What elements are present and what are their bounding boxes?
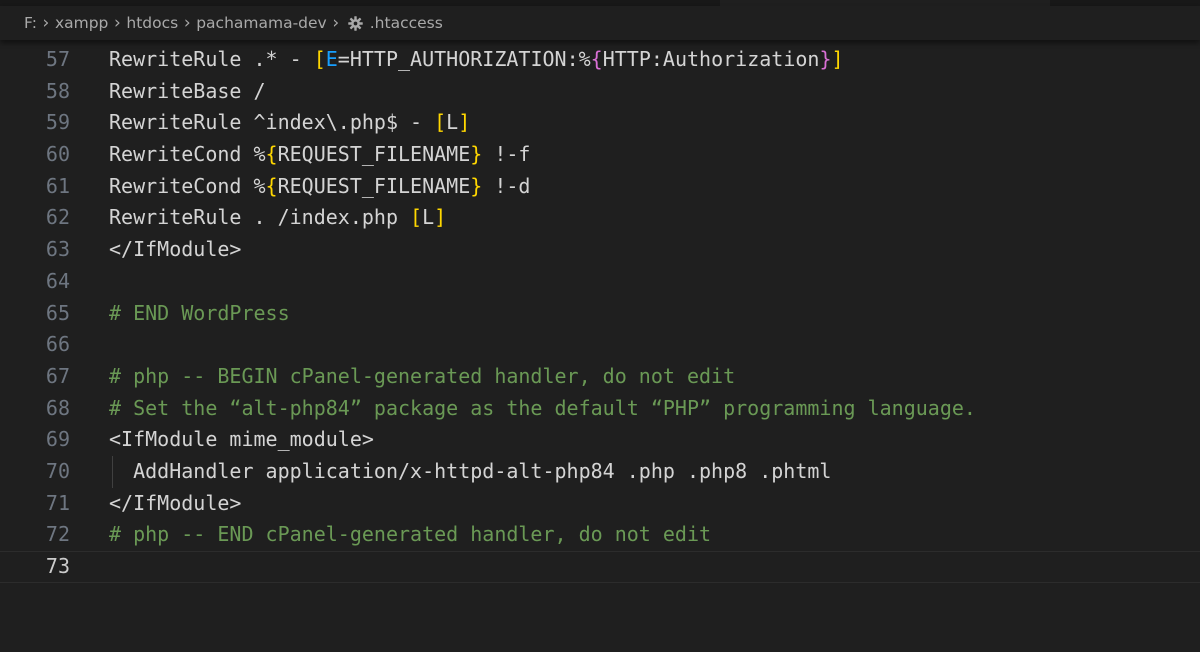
line-text: <IfModule mime_module> <box>109 424 374 456</box>
code-token: REQUEST_FILENAME <box>277 142 471 167</box>
breadcrumb: F: › xampp › htdocs › pachamama-dev › .h… <box>0 6 1200 40</box>
flag-token: E <box>325 47 338 71</box>
line-number: 58 <box>45 78 70 103</box>
breadcrumb-file-label: .htaccess <box>369 14 443 32</box>
line-text: # Set the “alt-php84” package as the def… <box>109 393 976 425</box>
line-number: 60 <box>45 142 70 167</box>
line-number: 62 <box>45 205 70 230</box>
bracket-token: [ <box>410 205 423 230</box>
code-token: </IfModule> <box>109 490 242 515</box>
code-line[interactable]: 59 RewriteRule ^index\.php$ - [L] <box>0 107 1200 139</box>
code-token: </IfModule> <box>109 237 242 262</box>
line-number: 68 <box>45 395 70 420</box>
code-line[interactable]: 60 RewriteCond %{REQUEST_FILENAME} !-f <box>0 139 1200 171</box>
code-line[interactable]: 68 # Set the “alt-php84” package as the d… <box>0 393 1200 425</box>
code-line[interactable]: 70 AddHandler application/x-httpd-alt-ph… <box>0 455 1200 488</box>
code-line[interactable]: 57 RewriteRule .* - [E=HTTP_AUTHORIZATION… <box>0 44 1200 76</box>
breadcrumb-item-xampp[interactable]: xampp <box>55 14 108 32</box>
line-text: RewriteBase / <box>109 76 266 108</box>
breadcrumb-item-project[interactable]: pachamama-dev <box>196 14 327 32</box>
bracket-token: } <box>470 142 483 167</box>
breadcrumb-item-file[interactable]: .htaccess <box>345 14 443 32</box>
code-token: <IfModule mime_module> <box>109 427 374 452</box>
line-text: RewriteCond %{REQUEST_FILENAME} !-f <box>109 139 530 171</box>
line-number: 61 <box>45 173 70 198</box>
code-line[interactable]: 64 <box>0 266 1200 298</box>
line-number: 66 <box>45 332 70 357</box>
code-token: =HTTP_AUTHORIZATION:% <box>337 47 591 71</box>
code-area[interactable]: 57 RewriteRule .* - [E=HTTP_AUTHORIZATION… <box>0 44 1200 583</box>
bracket-token: ] <box>831 47 844 71</box>
line-number: 69 <box>45 427 70 452</box>
code-token: RewriteRule ^index\.php$ - <box>109 110 435 135</box>
bracket-token: ] <box>458 110 471 135</box>
breadcrumb-item-drive[interactable]: F: <box>24 14 37 32</box>
chevron-right-icon: › <box>113 12 121 33</box>
line-text: # php -- BEGIN cPanel-generated handler,… <box>109 361 735 393</box>
bracket-token: { <box>590 47 603 71</box>
code-token: RewriteBase / <box>109 78 266 103</box>
gear-icon <box>348 15 363 31</box>
code-token: L <box>422 205 435 230</box>
code-line[interactable]: 63 </IfModule> <box>0 234 1200 266</box>
line-number: 71 <box>45 490 70 515</box>
code-line[interactable]: 65 # END WordPress <box>0 298 1200 330</box>
indent-guide <box>112 455 113 488</box>
chevron-right-icon: › <box>183 12 191 33</box>
line-text: AddHandler application/x-httpd-alt-php84… <box>109 456 831 488</box>
code-line[interactable]: 73 <box>0 551 1200 583</box>
line-text: # php -- END cPanel-generated handler, d… <box>109 519 711 551</box>
line-text: </IfModule> <box>109 488 241 520</box>
line-number: 64 <box>45 268 70 293</box>
comment-token: # php -- END cPanel-generated handler, d… <box>109 522 712 547</box>
comment-token: # Set the “alt-php84” package as the def… <box>109 395 976 420</box>
chevron-right-icon: › <box>42 12 50 33</box>
bracket-token: { <box>265 142 278 167</box>
code-token: !-d <box>482 173 531 198</box>
line-number: 65 <box>45 300 70 325</box>
line-text: RewriteCond %{REQUEST_FILENAME} !-d <box>109 171 530 203</box>
code-token: RewriteRule .* - <box>109 47 314 71</box>
code-line[interactable]: 58 RewriteBase / <box>0 76 1200 108</box>
bracket-token: } <box>819 47 832 71</box>
code-token: AddHandler application/x-httpd-alt-php84… <box>109 458 832 483</box>
line-text: RewriteRule .* - [E=HTTP_AUTHORIZATION:%… <box>109 44 844 76</box>
code-token: !-f <box>482 142 531 167</box>
line-text: RewriteRule ^index\.php$ - [L] <box>109 107 470 139</box>
line-number: 70 <box>45 458 70 483</box>
line-text: </IfModule> <box>109 234 241 266</box>
code-token: REQUEST_FILENAME <box>277 173 471 198</box>
line-text: # END WordPress <box>109 298 290 330</box>
code-editor[interactable]: F: › xampp › htdocs › pachamama-dev › .h… <box>0 0 1200 652</box>
code-line[interactable]: 71 </IfModule> <box>0 488 1200 520</box>
code-token: RewriteCond % <box>109 173 266 198</box>
code-line[interactable]: 62 RewriteRule . /index.php [L] <box>0 202 1200 234</box>
breadcrumb-item-htdocs[interactable]: htdocs <box>126 14 178 32</box>
chevron-right-icon: › <box>332 12 340 33</box>
code-line[interactable]: 66 <box>0 329 1200 361</box>
line-number: 73 <box>45 554 70 578</box>
bracket-token: [ <box>434 110 447 135</box>
line-number: 72 <box>45 522 70 547</box>
bracket-token: } <box>470 173 483 198</box>
code-token: HTTP:Authorization <box>602 47 820 71</box>
comment-token: # END WordPress <box>109 300 290 325</box>
line-number: 67 <box>45 363 70 388</box>
line-text: RewriteRule . /index.php [L] <box>109 202 446 234</box>
code-line[interactable]: 61 RewriteCond %{REQUEST_FILENAME} !-d <box>0 171 1200 203</box>
code-token: RewriteRule . /index.php <box>109 205 411 230</box>
line-number: 57 <box>45 47 70 71</box>
line-number: 59 <box>45 110 70 135</box>
code-line[interactable]: 72 # php -- END cPanel-generated handler,… <box>0 519 1200 551</box>
line-number: 63 <box>45 237 70 262</box>
bracket-token: { <box>265 173 278 198</box>
code-token: L <box>446 110 459 135</box>
bracket-token: [ <box>313 47 326 71</box>
comment-token: # php -- BEGIN cPanel-generated handler,… <box>109 363 736 388</box>
code-line[interactable]: 69 <IfModule mime_module> <box>0 424 1200 456</box>
code-token: RewriteCond % <box>109 142 266 167</box>
bracket-token: ] <box>434 205 447 230</box>
code-line[interactable]: 67 # php -- BEGIN cPanel-generated handle… <box>0 361 1200 393</box>
